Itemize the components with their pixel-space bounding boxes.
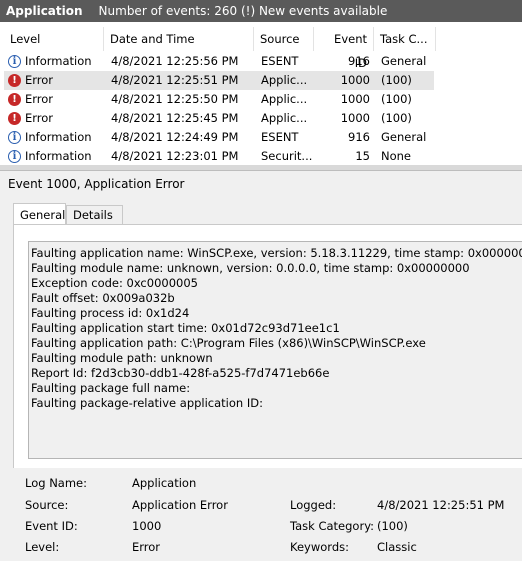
event-level: Information [25,149,92,163]
description-line: Faulting application path: C:\Program Fi… [31,336,426,350]
event-level: Information [25,130,92,144]
description-line: Exception code: 0xc0000005 [31,276,198,290]
info-icon: i [8,150,21,163]
pane-header: Application Number of events: 260 (!) Ne… [0,0,522,22]
event-source: ESENT [261,54,299,68]
column-task-category[interactable]: Task C... [374,27,436,51]
event-row[interactable]: i Information 4/8/2021 12:25:56 PM ESENT … [4,52,434,71]
event-source: Applic... [261,111,308,125]
tab-general[interactable]: General [13,203,66,225]
pane-splitter[interactable] [0,165,522,171]
event-date: 4/8/2021 12:24:49 PM [111,130,239,144]
event-date: 4/8/2021 12:25:56 PM [111,54,239,68]
event-id-label: Event ID: [25,519,78,533]
event-source: Securit... [261,149,313,163]
info-icon: i [8,131,21,144]
source-label: Source: [25,498,69,512]
log-title: Application [6,4,83,18]
description-line: Fault offset: 0x009a032b [31,291,175,305]
level-label: Level: [25,540,60,554]
event-date: 4/8/2021 12:25:50 PM [111,92,239,106]
event-task: (100) [381,111,412,125]
event-description[interactable]: Faulting application name: WinSCP.exe, v… [28,241,522,459]
event-date: 4/8/2021 12:23:01 PM [111,149,239,163]
event-row[interactable]: i Information 4/8/2021 12:23:01 PM Securi… [4,147,434,166]
event-task: General [381,130,427,144]
log-name-value: Application [132,476,197,490]
event-id: 1000 [340,73,370,87]
info-icon: i [8,55,21,68]
level-value: Error [132,540,161,554]
event-id: 916 [348,54,370,68]
logged-value: 4/8/2021 12:25:51 PM [377,498,505,512]
event-task: (100) [381,73,412,87]
event-detail-title: Event 1000, Application Error [8,177,185,191]
column-event-id[interactable]: Event ID [314,27,374,70]
description-line: Faulting package full name: [31,381,191,395]
event-row[interactable]: ! Error 4/8/2021 12:25:50 PM Applic... 10… [4,90,434,109]
event-task: None [381,149,412,163]
column-date-time[interactable]: Date and Time [104,27,254,51]
event-source: ESENT [261,130,299,144]
column-header-row: Level Date and Time Source Event ID Task… [0,27,436,70]
description-line: Faulting process id: 0x1d24 [31,306,190,320]
event-source: Applic... [261,73,308,87]
general-panel: Faulting application name: WinSCP.exe, v… [13,224,522,468]
error-icon: ! [8,93,21,106]
keywords-value: Classic [377,540,417,554]
event-task: (100) [381,92,412,106]
event-count-summary: Number of events: 260 (!) New events ava… [98,4,388,18]
task-category-value: (100) [377,519,408,533]
column-source[interactable]: Source [254,27,314,51]
description-line: Faulting module name: unknown, version: … [31,261,470,275]
source-value: Application Error [132,498,228,512]
event-id: 1000 [340,111,370,125]
event-date: 4/8/2021 12:25:51 PM [111,73,239,87]
keywords-label: Keywords: [290,540,349,554]
description-line: Faulting module path: unknown [31,351,213,365]
event-properties: Log Name: Application Source: Applicatio… [0,467,522,561]
event-row[interactable]: ! Error 4/8/2021 12:25:45 PM Applic... 10… [4,109,434,128]
column-level[interactable]: Level [4,27,104,51]
event-date: 4/8/2021 12:25:45 PM [111,111,239,125]
event-id: 15 [355,149,370,163]
events-list[interactable]: Level Date and Time Source Event ID Task… [0,22,522,166]
event-id: 1000 [340,92,370,106]
event-task: General [381,54,427,68]
event-id-value: 1000 [132,519,162,533]
event-level: Information [25,54,92,68]
description-line: Report Id: f2d3cb30-ddb1-428f-a525-f7d74… [31,366,330,380]
event-id: 916 [348,130,370,144]
event-row-selected[interactable]: ! Error 4/8/2021 12:25:51 PM Applic... 10… [4,71,434,90]
event-source: Applic... [261,92,308,106]
error-icon: ! [8,74,21,87]
description-line: Faulting application start time: 0x01d72… [31,321,340,335]
logged-label: Logged: [290,498,337,512]
error-icon: ! [8,112,21,125]
tab-details[interactable]: Details [66,205,123,225]
description-line: Faulting application name: WinSCP.exe, v… [31,246,522,260]
description-line: Faulting package-relative application ID… [31,396,263,410]
event-level: Error [25,111,54,125]
event-row[interactable]: i Information 4/8/2021 12:24:49 PM ESENT … [4,128,434,147]
event-level: Error [25,92,54,106]
task-category-label: Task Category: [290,519,375,533]
event-level: Error [25,73,54,87]
log-name-label: Log Name: [25,476,87,490]
